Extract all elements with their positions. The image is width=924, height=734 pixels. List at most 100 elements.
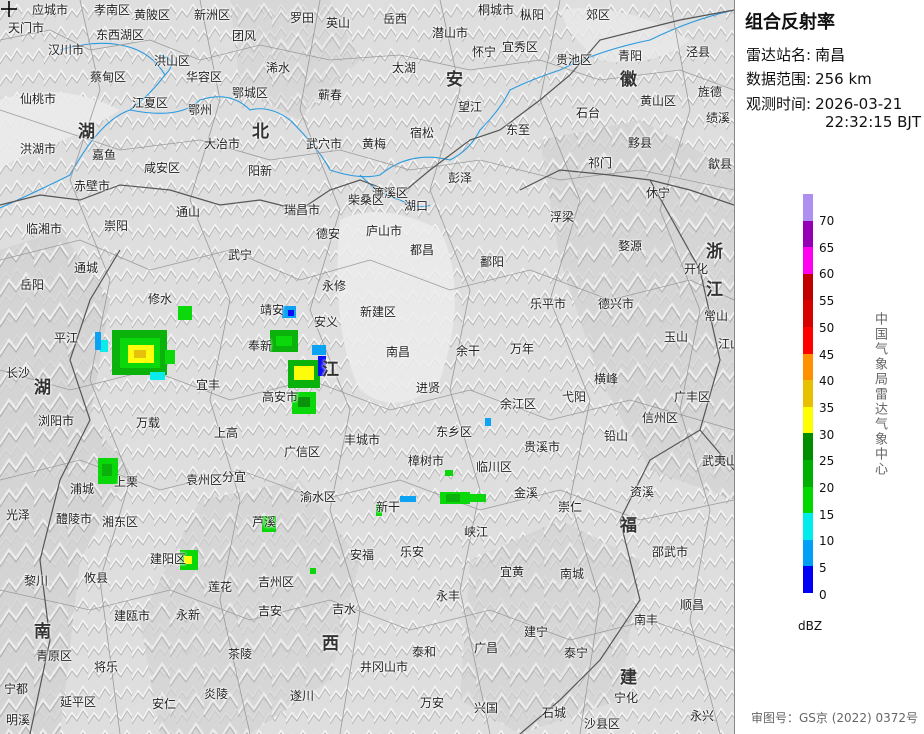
province-label: 徽	[620, 70, 637, 90]
place-label: 太湖	[392, 61, 417, 75]
color-scale-tick-label: 0	[819, 587, 827, 602]
place-label: 莲花	[208, 580, 233, 594]
place-label: 新干	[376, 500, 401, 514]
place-label: 宿松	[410, 126, 435, 140]
place-label: 铅山	[604, 429, 629, 443]
radar-map[interactable]: 湖 北 安 徽 浙 江 江 湖 南 福 建 南 西 建 应城市孝南区黄陂区新洲区…	[0, 0, 734, 734]
province-label: 建	[620, 668, 637, 688]
place-label: 宁都	[4, 682, 29, 696]
color-scale-segment	[803, 406, 813, 434]
place-label: 应城市	[32, 3, 69, 17]
place-label: 团风	[232, 29, 257, 43]
place-label: 金溪	[514, 486, 539, 500]
time-date: 2026-03-21	[815, 95, 903, 113]
place-label: 建瓯市	[114, 609, 151, 623]
place-label: 峡江	[464, 525, 489, 539]
place-label: 明溪	[6, 713, 31, 727]
place-label: 江夏区	[132, 96, 169, 110]
color-scale-tick-label: 20	[819, 481, 835, 495]
place-label: 吉安	[258, 604, 283, 618]
place-label: 临湘市	[26, 222, 63, 236]
place-label: 通山	[176, 205, 201, 219]
color-scale-segment	[803, 300, 813, 327]
place-label: 万安	[420, 696, 445, 710]
station-label: 雷达站名:	[746, 46, 812, 64]
color-scale-tick-label: 35	[819, 400, 835, 415]
place-label: 石台	[576, 106, 601, 120]
place-label: 青原区	[36, 649, 73, 663]
place-label: 将乐	[94, 660, 119, 674]
place-label: 婺源	[618, 239, 643, 253]
station-value: 南昌	[815, 46, 846, 64]
place-label: 休宁	[646, 186, 671, 200]
place-label: 泾县	[686, 45, 711, 59]
place-label: 乐安	[400, 545, 425, 559]
place-label: 庐山市	[366, 224, 403, 238]
color-scale-tick-label: 40	[819, 374, 835, 389]
place-label: 靖安	[260, 303, 285, 317]
color-scale-tick-label: 60	[819, 267, 835, 282]
place-label: 柴桑区	[348, 193, 385, 207]
place-label: 长沙	[6, 366, 31, 380]
place-label: 浮梁	[550, 210, 575, 224]
place-label: 余江区	[500, 397, 537, 411]
color-scale-segment	[803, 539, 813, 567]
place-label: 望江	[458, 100, 483, 114]
place-label: 延平区	[60, 695, 97, 709]
radar-station-crosshair-icon	[1, 1, 17, 17]
province-label: 北	[252, 122, 269, 142]
place-label: 广昌	[474, 641, 499, 655]
place-label: 进贤	[416, 381, 441, 395]
place-label: 炎陵	[204, 687, 229, 701]
place-label: 鄂城区	[232, 86, 269, 100]
place-label: 渝水区	[300, 490, 337, 504]
info-panel: 组合反射率 雷达站名: 南昌 数据范围: 256 km 观测时间: 2026-03-2…	[734, 0, 924, 734]
place-label: 宜黄	[500, 565, 525, 579]
color-scale-segment	[803, 433, 813, 460]
product-title: 组合反射率	[745, 12, 835, 33]
place-label: 上栗	[114, 475, 139, 489]
place-label: 黄山区	[640, 94, 677, 108]
place-label: 潜山市	[432, 26, 469, 40]
place-label: 浦城	[70, 482, 95, 496]
color-scale-segment	[803, 513, 813, 540]
color-scale-tick-label: 70	[819, 214, 835, 228]
place-label: 罗田	[290, 11, 315, 25]
place-label: 咸安区	[144, 161, 181, 175]
place-label: 建阳区	[150, 552, 187, 566]
place-label: 修水	[148, 292, 173, 306]
place-label: 绩溪	[706, 111, 731, 125]
color-scale-tick-label: 45	[819, 347, 835, 362]
place-label: 开化	[684, 262, 709, 276]
place-label: 瑞昌市	[284, 203, 321, 217]
place-label: 仙桃市	[20, 92, 57, 106]
province-label: 安	[446, 70, 463, 90]
place-label: 湖口	[404, 199, 429, 213]
color-scale-tick-label: 55	[819, 294, 835, 309]
place-label: 平江	[54, 331, 79, 345]
place-label: 鄱阳	[480, 255, 505, 269]
place-label: 吉州区	[258, 575, 295, 589]
place-label: 顺昌	[680, 598, 705, 612]
place-label: 东西湖区	[96, 28, 145, 42]
place-label: 邵武市	[652, 545, 689, 559]
place-label: 信州区	[642, 411, 679, 425]
place-label: 宜丰	[196, 378, 221, 392]
place-label: 赤壁市	[74, 179, 111, 193]
place-label: 东至	[506, 123, 531, 137]
place-label: 彭泽	[448, 171, 473, 185]
color-scale-segment	[803, 194, 813, 221]
place-label: 都昌	[410, 243, 435, 257]
place-label: 茶陵	[228, 647, 253, 661]
place-label: 湘东区	[102, 515, 139, 529]
place-label: 万载	[136, 416, 161, 430]
color-scale-tick-label: 25	[819, 454, 835, 469]
place-label: 广丰区	[674, 390, 711, 404]
place-label: 祁门	[588, 156, 613, 170]
place-label: 玉山	[664, 330, 689, 344]
agency-vertical-text: 中国气象局雷达气象中心	[872, 312, 887, 477]
time-row: 观测时间: 2026-03-21	[746, 93, 902, 114]
color-scale-segment	[803, 459, 813, 487]
range-row: 数据范围: 256 km	[746, 68, 872, 89]
place-label: 阳新	[248, 164, 273, 178]
